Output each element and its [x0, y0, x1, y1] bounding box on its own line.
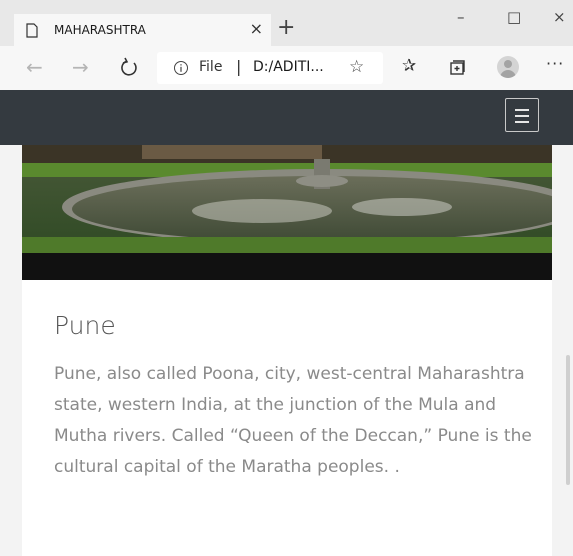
forward-button[interactable]: → — [72, 56, 89, 78]
browser-tab-strip: MAHARASHTRA × + – □ × — [0, 0, 573, 46]
page-icon — [26, 23, 38, 38]
scrollbar[interactable] — [566, 355, 570, 485]
address-bar[interactable]: File | D:/ADITI... ☆ — [157, 52, 383, 84]
more-menu-icon[interactable]: ··· — [546, 54, 564, 73]
new-tab-button[interactable]: + — [277, 14, 295, 42]
address-url[interactable]: D:/ADITI... — [253, 59, 324, 75]
tab-title: MAHARASHTRA — [54, 23, 146, 37]
info-icon[interactable] — [173, 60, 189, 76]
card-image — [22, 145, 552, 280]
address-separator: | — [236, 57, 242, 76]
browser-toolbar: ← → File | D:/ADITI... ☆ ✰ ··· — [0, 46, 573, 90]
maximize-button[interactable]: □ — [507, 8, 521, 26]
city-card: Pune Pune, also called Poona, city, west… — [22, 145, 552, 556]
city-title: Pune — [54, 311, 116, 340]
refresh-icon[interactable] — [116, 55, 142, 81]
window-close-button[interactable]: × — [553, 8, 566, 26]
menu-toggle-button[interactable] — [505, 98, 539, 132]
back-button[interactable]: ← — [26, 56, 43, 78]
favorites-icon[interactable]: ✰ — [402, 56, 416, 76]
site-header — [0, 90, 573, 145]
collections-icon[interactable] — [448, 59, 466, 77]
minimize-button[interactable]: – — [457, 8, 465, 26]
city-description: Pune, also called Poona, city, west-cent… — [54, 364, 532, 477]
address-scheme-label: File — [199, 59, 223, 75]
page-content: Pune Pune, also called Poona, city, west… — [0, 145, 573, 556]
tab-close-icon[interactable]: × — [250, 19, 263, 38]
browser-tab[interactable]: MAHARASHTRA × — [14, 14, 271, 46]
profile-avatar[interactable] — [497, 56, 519, 78]
star-icon[interactable]: ☆ — [349, 57, 364, 77]
